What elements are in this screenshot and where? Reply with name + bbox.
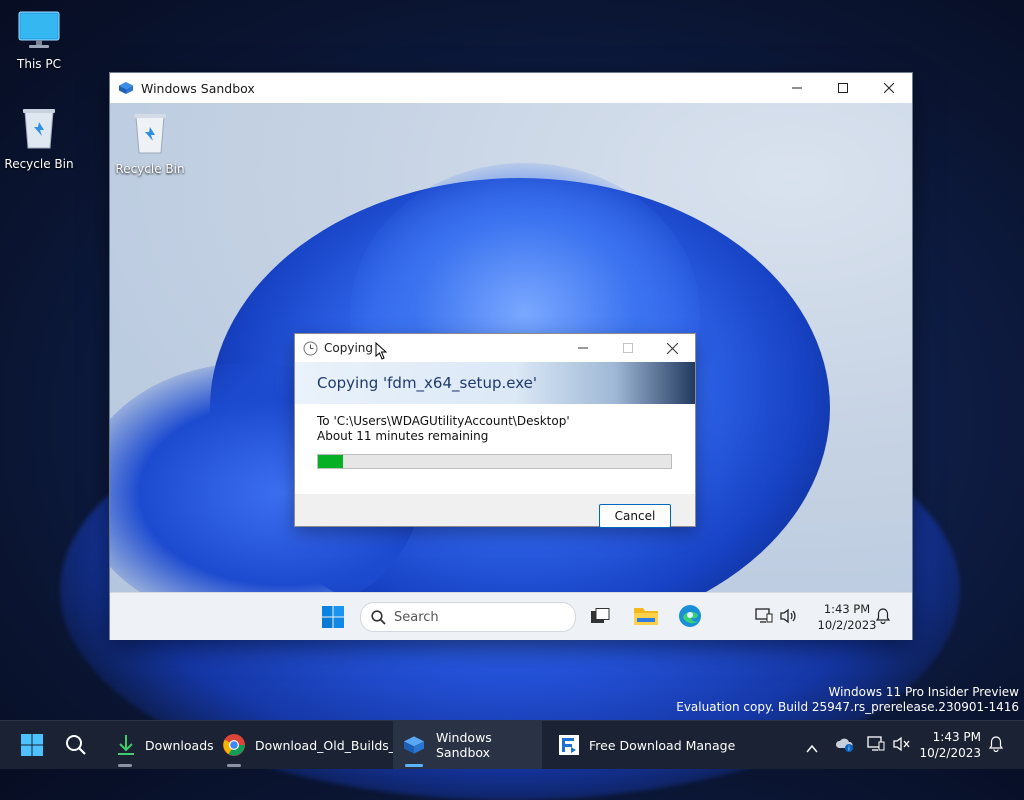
taskbar-clock[interactable]: 1:43 PM 10/2/2023: [915, 729, 981, 761]
chrome-icon: [222, 733, 246, 757]
task-view-button[interactable]: [590, 608, 610, 628]
onedrive-icon[interactable]: i: [835, 737, 855, 757]
sandbox-time: 1:43 PM: [823, 602, 871, 616]
search-placeholder: Search: [394, 609, 439, 625]
taskbar-running-indicator: [118, 764, 132, 767]
copy-progress-bar: [317, 454, 672, 469]
desktop-icon-label: Recycle Bin: [115, 162, 185, 176]
volume-muted-icon[interactable]: [893, 736, 911, 756]
maximize-icon: [622, 343, 633, 353]
watermark-line-2: Evaluation copy. Build 25947.rs_prerelea…: [676, 700, 1019, 714]
taskbar-date: 10/2/2023: [919, 746, 981, 760]
taskbar: Downloads Download_Old_Builds_6 Windows …: [0, 720, 1024, 769]
minimize-icon: [577, 347, 588, 349]
evaluation-watermark: Windows 11 Pro Insider Preview Evaluatio…: [676, 685, 1019, 715]
taskbar-app-label: Windows Sandbox: [436, 730, 492, 760]
taskbar-time: 1:43 PM: [932, 730, 981, 744]
sandbox-search-box[interactable]: Search: [360, 602, 576, 632]
task-view-icon: [591, 608, 610, 623]
search-button[interactable]: [65, 734, 87, 760]
taskbar-app-label: Downloads: [145, 737, 214, 753]
copy-dialog-maximize-button: [605, 334, 650, 362]
sandbox-date: 10/2/2023: [817, 618, 877, 632]
sandbox-clock[interactable]: 1:43 PM 10/2/2023: [812, 601, 882, 633]
copy-dialog-body: To 'C:\Users\WDAGUtilityAccount\Desktop'…: [295, 404, 695, 494]
edge-button[interactable]: [678, 604, 702, 632]
edge-icon: [679, 605, 701, 627]
search-icon: [66, 735, 86, 755]
clock-icon: [303, 341, 318, 356]
sandbox-icon-recycle-bin[interactable]: Recycle Bin: [115, 111, 185, 176]
copy-progress-fill: [318, 455, 343, 468]
notification-bell-icon[interactable]: [875, 608, 891, 628]
maximize-icon: [838, 83, 848, 93]
copy-dialog-title: Copying: [324, 341, 373, 355]
sandbox-app-icon: [401, 735, 427, 755]
desktop-icon-label: Recycle Bin: [4, 157, 74, 171]
maximize-button[interactable]: [820, 73, 866, 103]
search-icon: [371, 609, 386, 625]
start-button[interactable]: [20, 733, 44, 761]
sandbox-start-button[interactable]: [321, 605, 345, 633]
chevron-up-icon[interactable]: [806, 739, 818, 758]
copy-destination: To 'C:\Users\WDAGUtilityAccount\Desktop': [317, 414, 570, 428]
sandbox-app-icon: [118, 81, 134, 95]
mouse-cursor-icon: [375, 342, 387, 360]
download-arrow-icon: [116, 734, 136, 756]
watermark-line-1: Windows 11 Pro Insider Preview: [828, 685, 1019, 699]
sandbox-taskbar: Search 1:43 PM 10/2/2023: [110, 592, 912, 640]
folder-icon: [634, 608, 658, 625]
fdm-icon: [558, 734, 580, 756]
taskbar-active-indicator: [405, 764, 423, 767]
taskbar-app-downloads[interactable]: Downloads: [110, 721, 220, 769]
recycle-bin-icon: [23, 109, 55, 149]
file-explorer-button[interactable]: [633, 604, 659, 630]
copy-dialog-title-bar[interactable]: Copying: [295, 334, 695, 362]
windows-logo-icon: [21, 734, 43, 756]
copy-time-remaining: About 11 minutes remaining: [317, 429, 489, 443]
network-icon[interactable]: [755, 608, 773, 628]
taskbar-app-free-download-manager[interactable]: Free Download Manage: [552, 721, 741, 769]
minimize-button[interactable]: [774, 73, 820, 103]
taskbar-running-indicator: [227, 764, 241, 767]
taskbar-app-label: Free Download Manage: [589, 737, 736, 753]
desktop-icon-this-pc[interactable]: This PC: [4, 10, 74, 71]
taskbar-app-label: Download_Old_Builds_6: [255, 737, 403, 753]
cancel-button[interactable]: Cancel: [599, 504, 671, 528]
recycle-bin-icon: [134, 114, 166, 154]
windows-logo-icon: [322, 606, 344, 628]
network-icon[interactable]: [867, 736, 885, 756]
copy-dialog-minimize-button[interactable]: [560, 334, 605, 362]
close-icon: [884, 83, 894, 93]
monitor-icon: [18, 11, 60, 48]
volume-icon[interactable]: [780, 608, 798, 628]
sandbox-title: Windows Sandbox: [141, 80, 255, 96]
close-icon: [667, 342, 678, 354]
sandbox-title-bar[interactable]: Windows Sandbox: [110, 73, 912, 103]
copy-dialog-heading: Copying 'fdm_x64_setup.exe': [295, 362, 695, 404]
copy-dialog-close-button[interactable]: [650, 334, 695, 362]
notification-bell-icon[interactable]: [988, 736, 1004, 756]
minimize-icon: [792, 87, 802, 89]
desktop-icon-recycle-bin[interactable]: Recycle Bin: [4, 106, 74, 171]
copy-dialog-footer: Cancel: [295, 494, 695, 536]
copy-dialog: Copying Copying 'fdm_x64_setup.exe' To '…: [295, 334, 695, 528]
desktop-icon-label: This PC: [17, 57, 61, 71]
taskbar-app-chrome[interactable]: Download_Old_Builds_6: [216, 721, 409, 769]
close-button[interactable]: [866, 73, 912, 103]
taskbar-app-windows-sandbox[interactable]: Windows Sandbox: [393, 721, 542, 769]
